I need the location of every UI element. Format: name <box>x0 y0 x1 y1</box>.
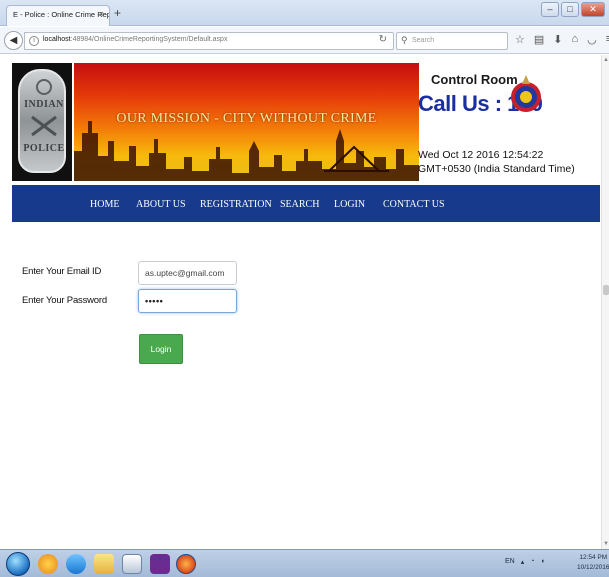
url-path: :48984/OnlineCrimeReportingSystem/Defaul… <box>70 36 228 43</box>
badge-text-top: INDIAN <box>24 99 64 110</box>
password-value: ••••• <box>145 296 164 306</box>
close-tab-icon[interactable]: × <box>99 9 104 19</box>
menu-item-login[interactable]: LOGIN <box>334 199 365 210</box>
home-icon[interactable]: ⌂ <box>572 33 579 46</box>
menu-item-about-us[interactable]: ABOUT US <box>136 199 186 210</box>
window-controls: – □ ✕ <box>541 2 605 18</box>
info-icon[interactable]: i <box>29 36 39 46</box>
menu-item-home[interactable]: HOME <box>90 199 119 210</box>
visual-studio-icon[interactable] <box>150 554 170 574</box>
taskbar-clock[interactable]: 12:54 PM 10/12/2016 <box>577 553 609 573</box>
reload-icon[interactable]: ↻ <box>379 34 387 45</box>
back-button[interactable]: ◀ <box>4 31 23 50</box>
clock-time: 12:54 PM <box>579 554 608 561</box>
menu-item-contact-us[interactable]: CONTACT US <box>383 199 445 210</box>
mission-title: OUR MISSION - CITY WITHOUT CRIME <box>116 111 377 126</box>
maximize-button[interactable]: □ <box>561 2 579 17</box>
crossed-batons-icon <box>31 115 57 137</box>
firefox-icon[interactable] <box>176 554 196 574</box>
minimize-button[interactable]: – <box>541 2 559 17</box>
volume-icon[interactable]: ◖ <box>540 558 544 566</box>
main-menu: HOME ABOUT US REGISTRATION SEARCH LOGIN … <box>12 185 600 222</box>
new-tab-button[interactable]: + <box>114 6 121 20</box>
page-scrollbar[interactable]: ▲ ▼ <box>601 55 609 549</box>
password-field[interactable]: ••••• <box>138 289 237 313</box>
password-label: Enter Your Password <box>22 295 107 306</box>
address-bar[interactable]: i localhost:48984/OnlineCrimeReportingSy… <box>24 32 394 50</box>
notepad-icon[interactable] <box>122 554 142 574</box>
menu-item-registration[interactable]: REGISTRATION <box>200 199 272 210</box>
badge-text-bottom: POLICE <box>23 143 65 154</box>
browser-navbar: ◀ i localhost:48984/OnlineCrimeReporting… <box>0 27 609 54</box>
badge-star-icon <box>36 79 52 95</box>
police-badge-logo: INDIAN POLICE <box>12 63 72 181</box>
login-button[interactable]: Login <box>139 334 183 364</box>
url-text: localhost:48984/OnlineCrimeReportingSyst… <box>43 36 227 43</box>
browser-titlebar: E - Police : Online Crime Repor... × + –… <box>0 0 609 26</box>
search-icon: ⚲ <box>401 35 408 45</box>
file-explorer-icon[interactable] <box>94 554 114 574</box>
start-button[interactable] <box>6 552 30 576</box>
language-indicator[interactable]: EN <box>505 558 515 566</box>
control-room-label: Control Room <box>431 72 518 87</box>
scroll-down-icon[interactable]: ▼ <box>603 541 609 547</box>
tray-arrow-icon[interactable]: ▴ <box>521 558 525 566</box>
network-icon[interactable]: ◔ <box>530 558 534 566</box>
reading-list-icon[interactable]: ▤ <box>534 33 544 46</box>
search-bar[interactable]: ⚲ Search <box>396 32 508 50</box>
toolbar-icons: ☆ ▤ ⬇ ⌂ ◡ ≡ <box>515 33 609 46</box>
close-window-button[interactable]: ✕ <box>581 2 605 17</box>
url-host: localhost <box>43 36 71 43</box>
site-header: INDIAN POLICE OUR MISSION - CITY WITHOUT… <box>12 63 600 181</box>
email-field[interactable]: as.uptec@gmail.com <box>138 261 237 285</box>
pocket-icon[interactable]: ◡ <box>587 33 597 46</box>
media-player-icon[interactable] <box>38 554 58 574</box>
clock-date: 10/12/2016 <box>577 564 609 571</box>
search-placeholder: Search <box>412 37 435 44</box>
windows-taskbar: EN ▴ ◔ ◖ 12:54 PM 10/12/2016 <box>0 549 609 577</box>
scroll-thumb[interactable] <box>603 285 609 295</box>
menu-item-search[interactable]: SEARCH <box>280 199 319 210</box>
current-datetime: Wed Oct 12 2016 12:54:22 GMT+0530 (India… <box>418 149 575 175</box>
download-icon[interactable]: ⬇ <box>553 33 562 46</box>
tab-title: E - Police : Online Crime Repor... <box>13 10 109 19</box>
browser-tab[interactable]: E - Police : Online Crime Repor... × <box>6 5 110 26</box>
system-tray: EN ▴ ◔ ◖ <box>505 558 545 566</box>
scroll-up-icon[interactable]: ▲ <box>603 57 609 63</box>
internet-explorer-icon[interactable] <box>66 554 86 574</box>
bookmark-star-icon[interactable]: ☆ <box>515 33 525 46</box>
police-emblem-icon <box>511 75 541 112</box>
email-label: Enter Your Email ID <box>22 266 102 277</box>
mission-banner: OUR MISSION - CITY WITHOUT CRIME <box>74 63 419 181</box>
